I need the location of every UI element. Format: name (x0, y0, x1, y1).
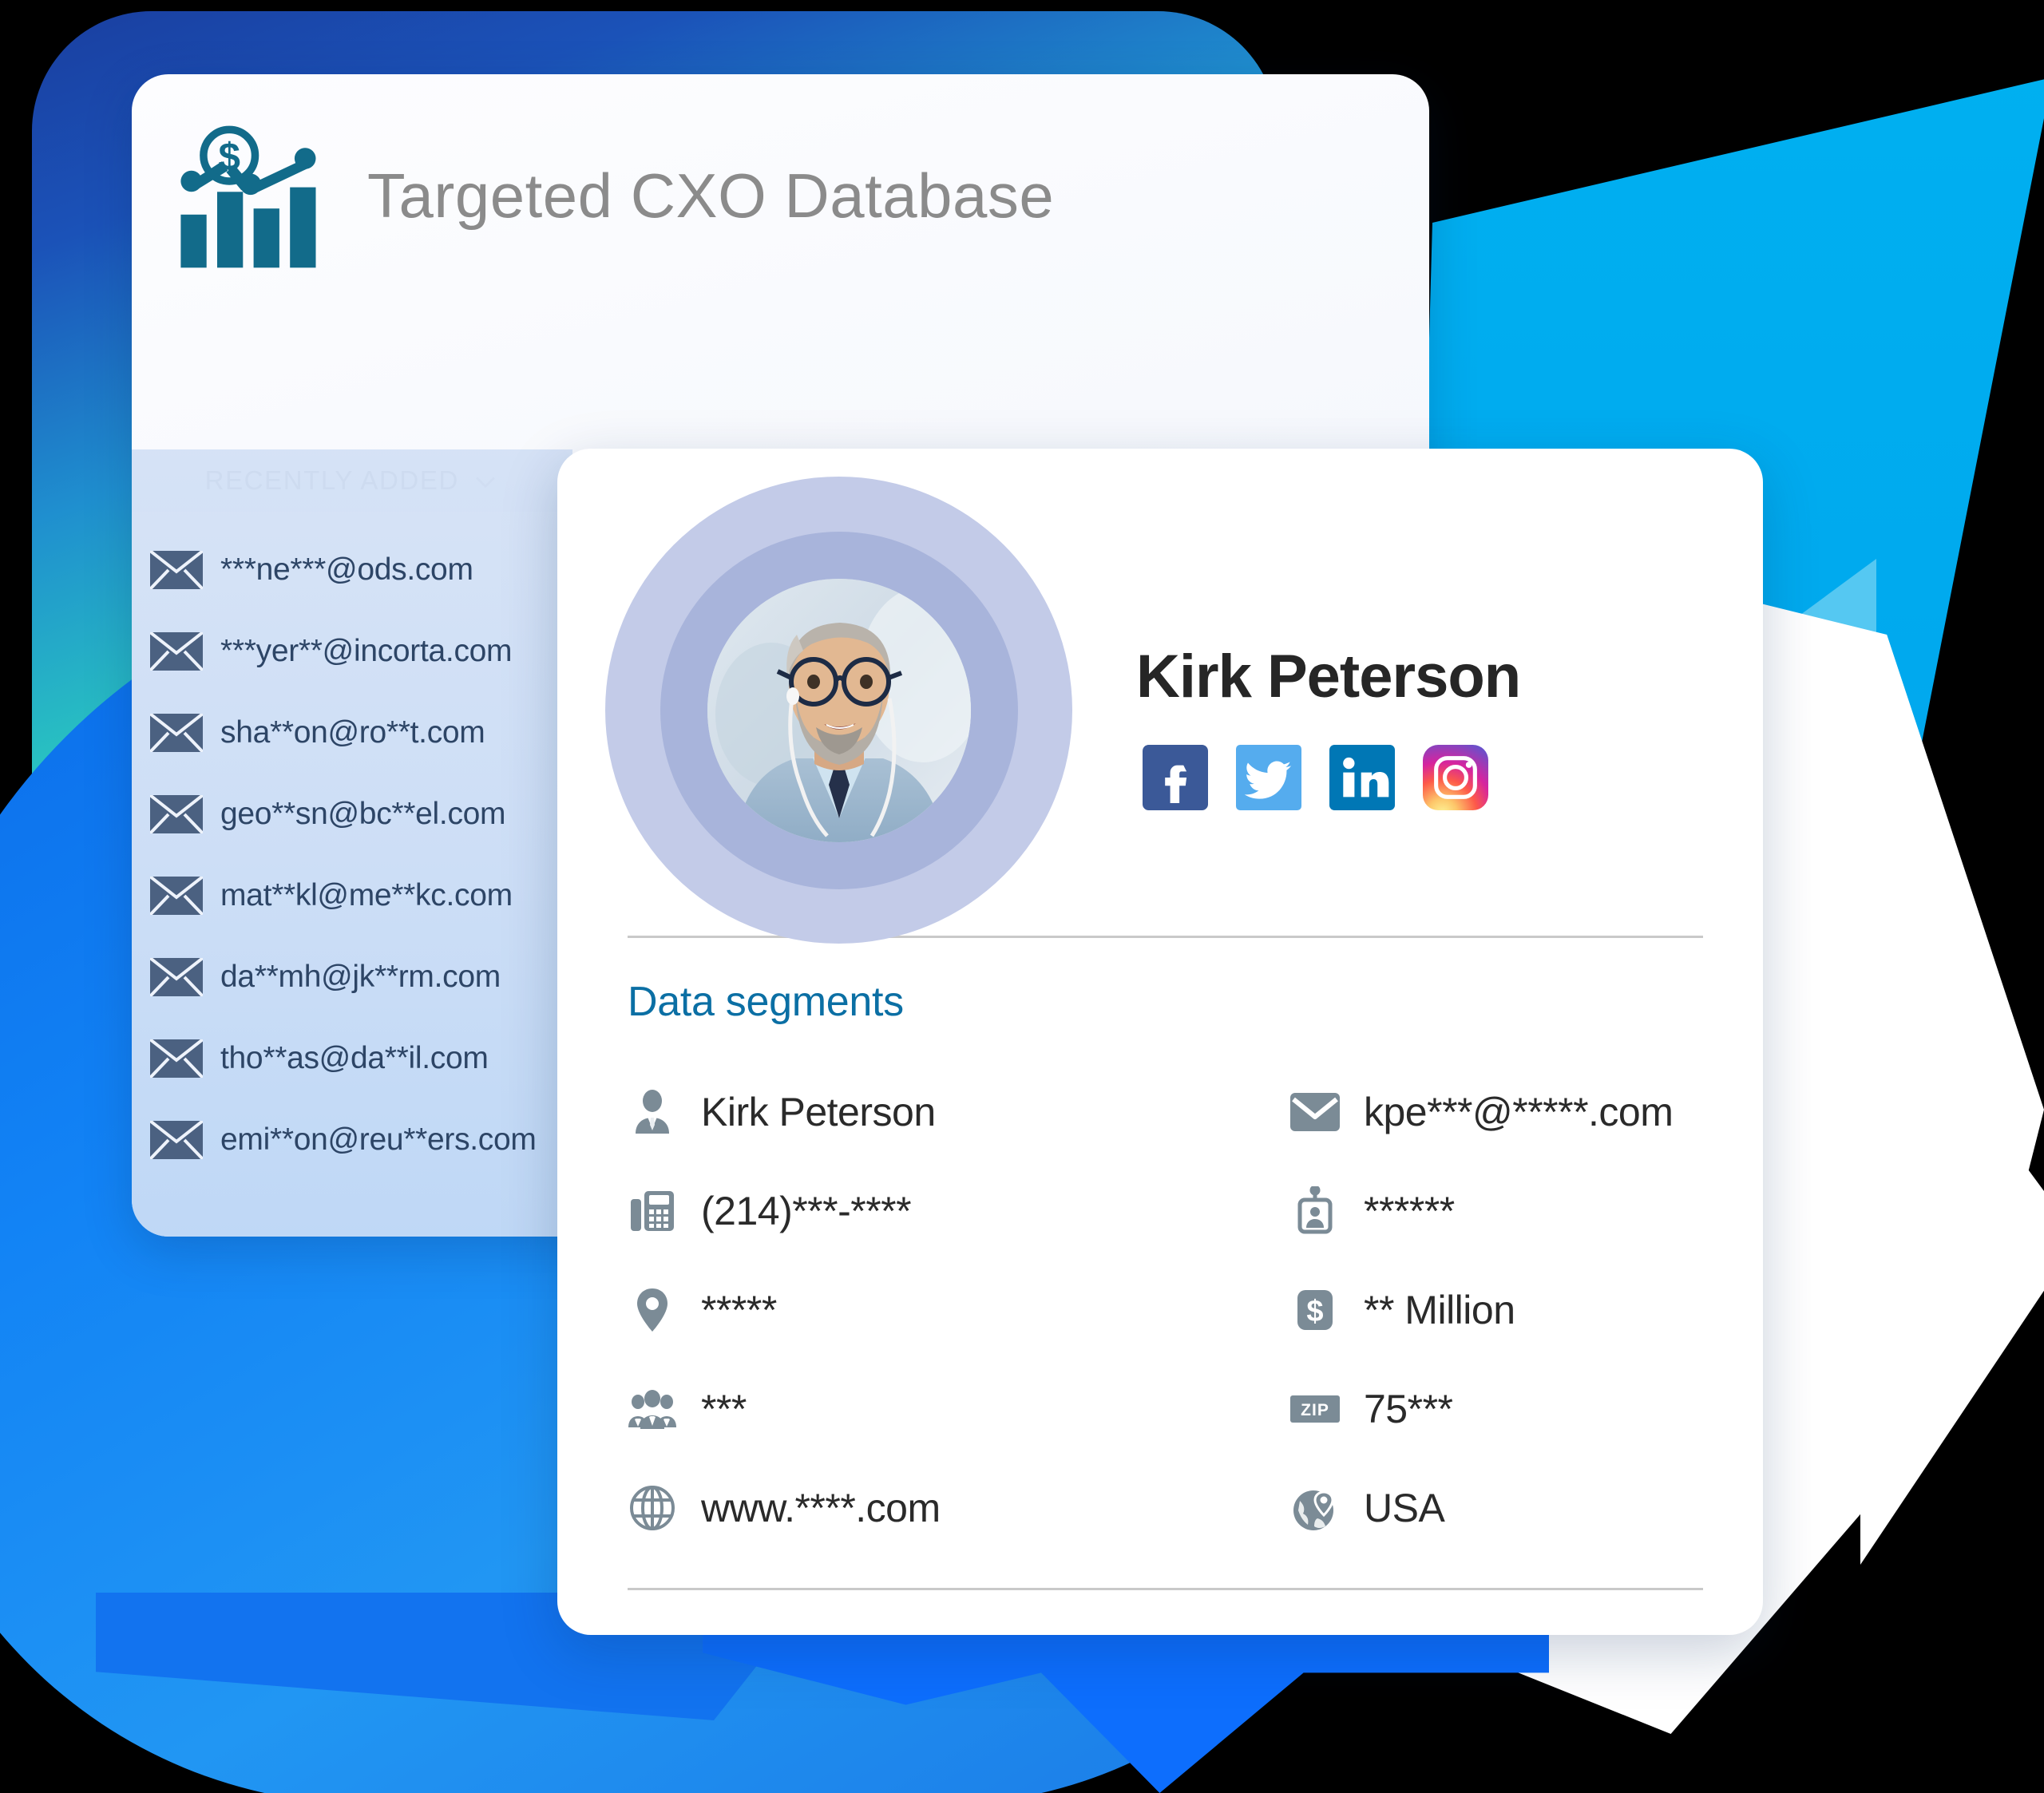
svg-text:ZIP: ZIP (1301, 1401, 1329, 1419)
window-header: $ Targeted CXO Database (132, 74, 1429, 318)
list-item[interactable]: ***ne***@ods.com (132, 529, 572, 611)
segment-employees: *** (628, 1360, 1290, 1459)
globe-icon (628, 1483, 677, 1533)
segment-value: 75*** (1364, 1387, 1453, 1431)
screenshot-root: $ Targeted CXO Database RECENTLY ADDED (0, 0, 2044, 1793)
segment-location: ***** (628, 1261, 1290, 1360)
svg-text:$: $ (1306, 1295, 1323, 1328)
segment-job-title: ****** (1290, 1162, 1763, 1261)
profile-header: Kirk Peterson (557, 449, 1763, 944)
email-address: ***ne***@ods.com (220, 552, 473, 587)
segment-value: Kirk Peterson (701, 1090, 936, 1134)
dollar-box-icon: $ (1290, 1285, 1340, 1335)
list-item[interactable]: tho**as@da**il.com (132, 1018, 572, 1099)
twitter-icon[interactable] (1236, 745, 1301, 810)
profile-card: Kirk Peterson Data segments Kirk Peterso… (557, 449, 1763, 1635)
envelope-icon (150, 958, 203, 996)
list-item[interactable]: emi**on@reu**ers.com (132, 1099, 572, 1181)
envelope-icon (150, 551, 203, 589)
email-address: sha**on@ro**t.com (220, 715, 485, 750)
recently-added-list: ***ne***@ods.com ***yer**@incorta.com sh… (132, 449, 572, 1237)
avatar (707, 578, 971, 842)
email-address: emi**on@reu**ers.com (220, 1122, 537, 1157)
segment-value: ** Million (1364, 1288, 1515, 1332)
segment-email: kpe***@*****.com (1290, 1063, 1763, 1162)
segment-value: www.****.com (701, 1486, 941, 1530)
zip-icon: ZIP (1290, 1384, 1340, 1434)
email-address: mat**kl@me**kc.com (220, 878, 513, 912)
globe-pin-icon (1290, 1483, 1340, 1533)
segment-person-name: Kirk Peterson (628, 1063, 1290, 1162)
list-item[interactable]: geo**sn@bc**el.com (132, 774, 572, 855)
envelope-icon (150, 714, 203, 752)
location-pin-icon (628, 1285, 677, 1335)
instagram-icon[interactable] (1423, 745, 1488, 810)
email-address: ***yer**@incorta.com (220, 634, 513, 668)
people-group-icon (628, 1384, 677, 1434)
avatar-ring-outer (605, 477, 1072, 944)
segment-phone: (214)***-**** (628, 1162, 1290, 1261)
segment-zip: ZIP 75*** (1290, 1360, 1763, 1459)
data-segments-grid: Kirk Peterson kpe***@*****.com (214)***-… (628, 1063, 1763, 1557)
avatar-ring-inner (660, 531, 1018, 889)
bar-chart-dollar-logo-icon: $ (172, 121, 323, 272)
list-item[interactable]: da**mh@jk**rm.com (132, 936, 572, 1018)
segment-value: ***** (701, 1288, 777, 1332)
segment-country: USA (1290, 1459, 1763, 1557)
segment-value: ****** (1364, 1189, 1455, 1233)
email-address: geo**sn@bc**el.com (220, 797, 506, 831)
list-item[interactable]: ***yer**@incorta.com (132, 611, 572, 692)
envelope-icon (150, 1039, 203, 1078)
envelope-icon (1290, 1087, 1340, 1137)
list-item[interactable]: mat**kl@me**kc.com (132, 855, 572, 936)
facebook-icon[interactable] (1143, 745, 1208, 810)
id-badge-icon (1290, 1186, 1340, 1236)
divider-bottom (628, 1588, 1703, 1590)
page-title: Targeted CXO Database (367, 160, 1055, 231)
segment-value: USA (1364, 1486, 1445, 1530)
social-links (1143, 745, 1488, 810)
envelope-icon (150, 632, 203, 671)
profile-identity: Kirk Peterson (1136, 610, 1521, 810)
segment-revenue: $ ** Million (1290, 1261, 1763, 1360)
svg-text:$: $ (218, 135, 240, 179)
segment-website: www.****.com (628, 1459, 1290, 1557)
email-address: tho**as@da**il.com (220, 1041, 489, 1075)
linkedin-icon[interactable] (1329, 745, 1395, 810)
person-tie-icon (628, 1087, 677, 1137)
segment-value: (214)***-**** (701, 1189, 912, 1233)
email-address: da**mh@jk**rm.com (220, 960, 501, 994)
profile-name: Kirk Peterson (1136, 643, 1521, 710)
list-item[interactable]: sha**on@ro**t.com (132, 692, 572, 774)
segment-value: *** (701, 1387, 747, 1431)
fax-phone-icon (628, 1186, 677, 1236)
envelope-icon (150, 795, 203, 833)
section-title-data-segments: Data segments (628, 979, 904, 1025)
envelope-icon (150, 877, 203, 915)
segment-value: kpe***@*****.com (1364, 1090, 1674, 1134)
envelope-icon (150, 1121, 203, 1159)
